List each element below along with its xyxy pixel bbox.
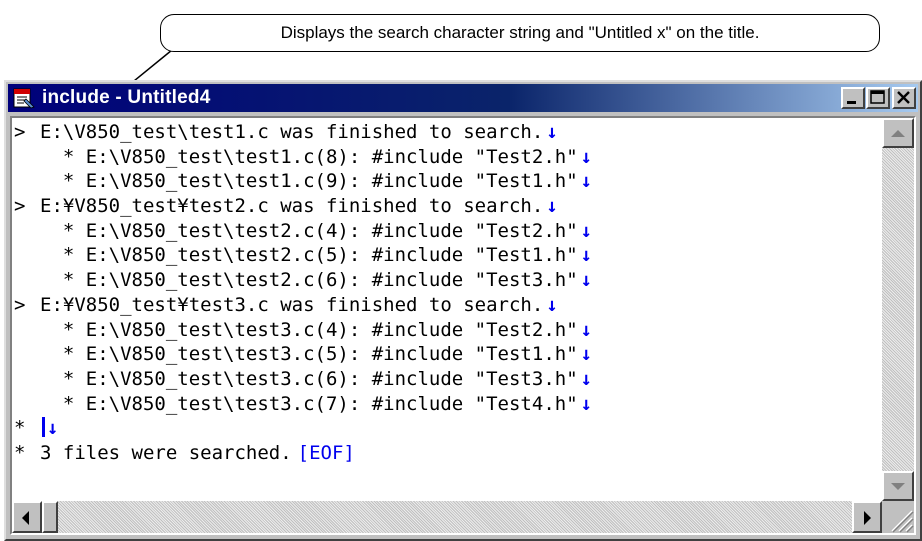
arrow-up-icon (891, 130, 905, 137)
minimize-button[interactable] (841, 87, 865, 109)
result-line: * E:\V850_test\test1.c(8): #include "Tes… (12, 145, 882, 170)
line-break-icon: ↓ (580, 244, 593, 267)
line-gutter: > (14, 195, 26, 218)
line-break-icon: ↓ (580, 392, 593, 415)
line-break-icon: ↓ (580, 318, 593, 341)
line-break-icon: ↓ (47, 417, 59, 440)
result-line: * E:\V850_test\test3.c(5): #include "Tes… (12, 342, 882, 367)
line-break-icon: ↓ (580, 343, 593, 366)
line-break-icon: ↓ (580, 145, 593, 168)
scroll-right-button[interactable] (852, 501, 882, 533)
result-line: > E:¥V850_test¥test3.c was finished to se… (12, 293, 882, 318)
line-text: E:¥V850_test¥test2.c was finished to sea… (40, 195, 544, 218)
result-line: * E:\V850_test\test2.c(4): #include "Tes… (12, 219, 882, 244)
line-text: * E:\V850_test\test2.c(6): #include "Tes… (40, 269, 578, 292)
line-text: * E:\V850_test\test3.c(5): #include "Tes… (40, 343, 578, 366)
result-line: * E:\V850_test\test2.c(6): #include "Tes… (12, 268, 882, 293)
minimize-icon (847, 101, 856, 104)
result-line: > E:¥V850_test¥test2.c was finished to se… (12, 194, 882, 219)
scroll-left-button[interactable] (12, 501, 42, 533)
line-text: * E:\V850_test\test2.c(4): #include "Tes… (40, 219, 578, 242)
line-break-icon: ↓ (580, 219, 593, 242)
result-line: * E:\V850_test\test2.c(5): #include "Tes… (12, 243, 882, 268)
close-icon (897, 91, 910, 104)
line-text: * E:\V850_test\test3.c(7): #include "Tes… (40, 392, 578, 415)
line-text: E:¥V850_test¥test3.c was finished to sea… (40, 293, 544, 316)
line-break-icon: ↓ (546, 195, 558, 218)
line-text: * E:\V850_test\test1.c(8): #include "Tes… (40, 145, 578, 168)
vertical-scrollbar[interactable] (882, 118, 914, 501)
line-text: E:\V850_test\test1.c was finished to sea… (40, 121, 544, 143)
line-break-icon: ↓ (546, 293, 558, 316)
resize-grip-icon (891, 510, 914, 533)
client-area: > E:\V850_test\test1.c was finished to se… (10, 116, 916, 535)
summary-text: 3 files were searched. (40, 441, 292, 464)
line-break-icon: ↓ (580, 367, 593, 390)
maximize-icon (870, 90, 885, 104)
horizontal-scroll-thumb[interactable] (42, 501, 58, 533)
scroll-up-button[interactable] (882, 118, 914, 148)
arrow-right-icon (864, 511, 871, 525)
line-break-icon: ↓ (580, 269, 593, 292)
callout-annotation: Displays the search character string and… (160, 14, 880, 52)
size-grip[interactable] (882, 501, 914, 533)
close-button[interactable] (892, 87, 916, 109)
line-break-icon: ↓ (580, 170, 593, 193)
result-line: * E:\V850_test\test3.c(4): #include "Tes… (12, 318, 882, 343)
callout-text: Displays the search character string and… (280, 23, 760, 42)
scroll-down-button[interactable] (882, 471, 914, 501)
result-line: * E:\V850_test\test3.c(6): #include "Tes… (12, 367, 882, 392)
eof-marker: [EOF] (297, 441, 355, 464)
document-icon (12, 87, 36, 109)
title-bar[interactable]: include - Untitled4 (8, 84, 918, 112)
result-line: > E:\V850_test\test1.c was finished to se… (12, 120, 882, 145)
line-text: * E:\V850_test\test3.c(6): #include "Tes… (40, 367, 578, 390)
line-gutter: > (14, 121, 26, 143)
results-text-area[interactable]: > E:\V850_test\test1.c was finished to se… (12, 118, 882, 501)
line-gutter: > (14, 293, 26, 316)
line-gutter: * (14, 417, 26, 440)
text-cursor (42, 417, 45, 438)
result-line: * E:\V850_test\test1.c(9): #include "Tes… (12, 169, 882, 194)
search-results-window: include - Untitled4 > E:\V850_test\test1.… (4, 80, 922, 541)
window-title: include - Untitled4 (42, 87, 211, 108)
horizontal-scrollbar[interactable] (12, 501, 882, 533)
maximize-button[interactable] (866, 87, 890, 109)
arrow-left-icon (22, 511, 29, 525)
cursor-line: * ↓ (12, 416, 882, 441)
line-text: * E:\V850_test\test3.c(4): #include "Tes… (40, 318, 578, 341)
line-gutter: * (14, 441, 26, 464)
line-break-icon: ↓ (546, 121, 558, 143)
line-text: * E:\V850_test\test1.c(9): #include "Tes… (40, 170, 578, 193)
line-text: * E:\V850_test\test2.c(5): #include "Tes… (40, 244, 578, 267)
summary-line: * 3 files were searched. [EOF] (12, 441, 882, 466)
result-line: * E:\V850_test\test3.c(7): #include "Tes… (12, 392, 882, 417)
arrow-down-icon (891, 483, 905, 490)
